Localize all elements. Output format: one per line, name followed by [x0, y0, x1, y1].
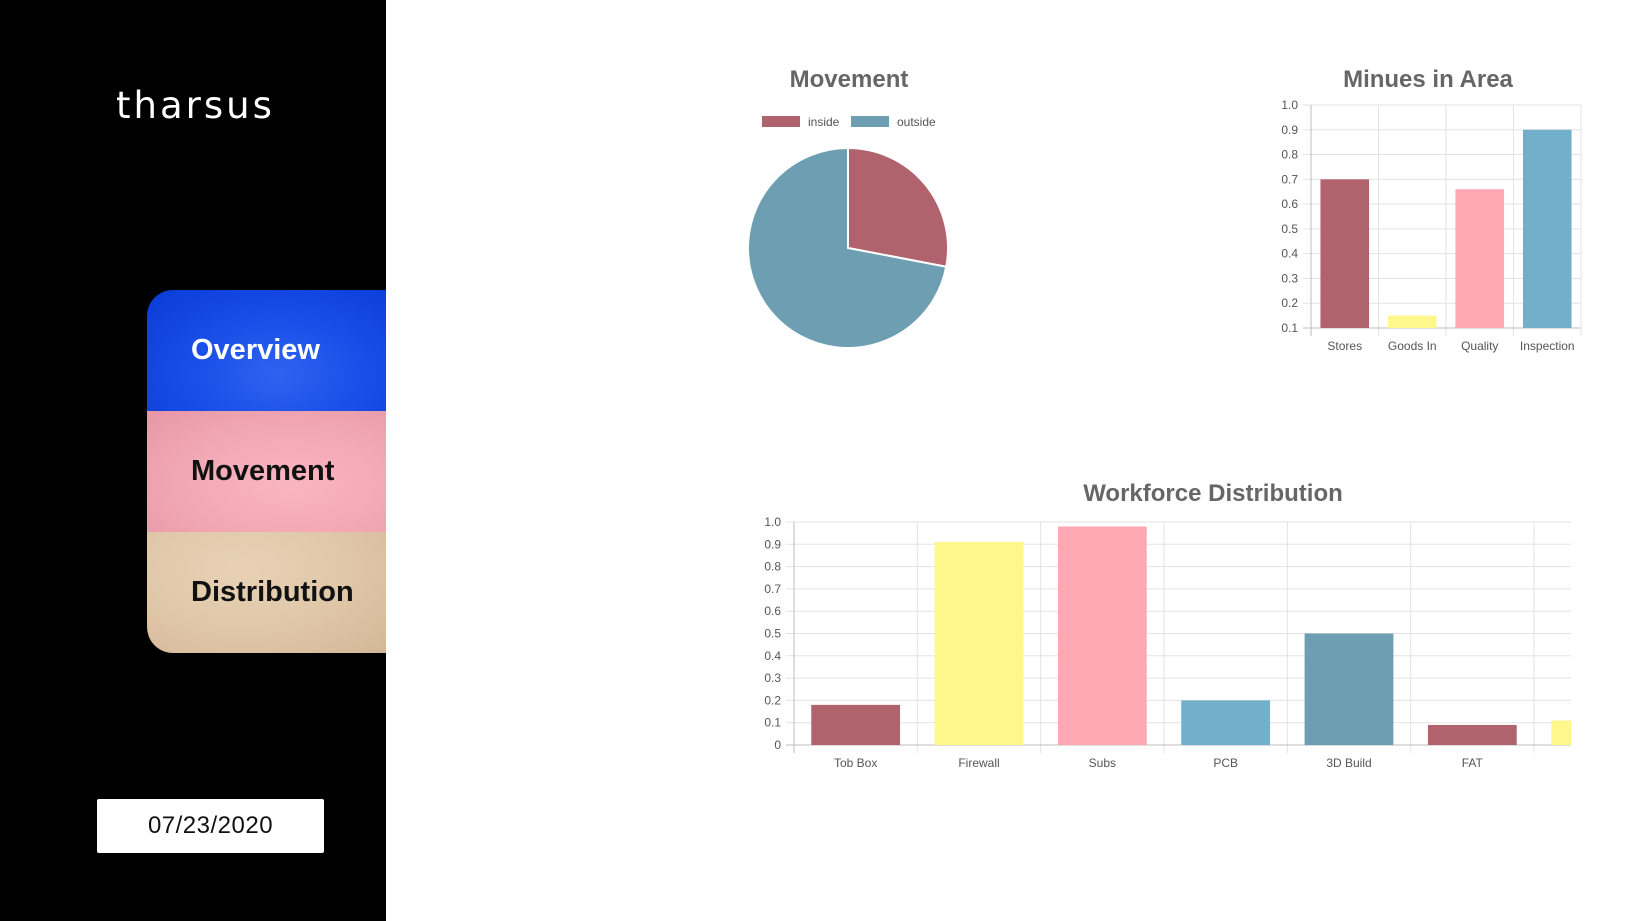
x-tick-label: FAT [1462, 756, 1484, 770]
movement-pie-chart: Movement inside outside [747, 66, 949, 349]
y-tick-label: 1.0 [764, 515, 781, 529]
bar-quality[interactable] [1455, 189, 1505, 328]
pie-slice-inside[interactable] [847, 146, 949, 268]
pie-legend: inside outside [762, 115, 936, 129]
pie-title: Movement [790, 66, 909, 93]
y-tick-label: 0.9 [1281, 123, 1298, 137]
legend-swatch-outside [851, 116, 889, 127]
x-tick-label: Inspection [1520, 339, 1575, 353]
x-tick-label: Firewall [958, 756, 999, 770]
y-tick-label: 0.5 [1281, 222, 1298, 236]
y-tick-label: 0.8 [764, 560, 781, 574]
bar-tob-box[interactable] [811, 704, 901, 745]
y-tick-label: 1.0 [1281, 98, 1298, 112]
x-tick-label: 3D Build [1326, 756, 1371, 770]
y-tick-label: 0.3 [764, 671, 781, 685]
x-tick-label: Stores [1327, 339, 1362, 353]
x-tick-label: Subs [1089, 756, 1116, 770]
y-tick-label: 0.4 [1281, 247, 1298, 261]
y-tick-label: 0.8 [1281, 148, 1298, 162]
bar-goods-in[interactable] [1387, 315, 1437, 328]
bar-stores[interactable] [1320, 179, 1370, 328]
y-tick-label: 0.2 [764, 693, 781, 707]
y-tick-label: 0.7 [764, 582, 781, 596]
bar1-title: Minues in Area [1343, 66, 1513, 93]
x-tick-label: PCB [1213, 756, 1238, 770]
y-tick-label: 0.1 [764, 716, 781, 730]
legend-label-inside[interactable]: inside [808, 115, 840, 129]
workforce-distribution-chart: Workforce Distribution 0 0.1 0.2 0.3 0.4 0.5 0… [764, 480, 1571, 770]
y-tick-label: 0.6 [764, 604, 781, 618]
charts-canvas: Movement inside outside Minues in Area 0.… [747, 66, 1582, 770]
bar-firewall[interactable] [934, 542, 1024, 745]
y-tick-label: 0 [774, 738, 781, 752]
bar-inspection[interactable] [1522, 129, 1572, 328]
y-tick-label: 0.6 [1281, 197, 1298, 211]
bar-subs[interactable] [1057, 526, 1147, 745]
x-tick-label: Quality [1461, 339, 1498, 353]
legend-swatch-inside [762, 116, 800, 127]
bar-fat[interactable] [1427, 724, 1517, 745]
y-tick-label: 0.3 [1281, 271, 1298, 285]
bar-clipped[interactable] [1551, 720, 1571, 745]
y-tick-label: 0.2 [1281, 296, 1298, 310]
x-tick-label: Tob Box [834, 756, 877, 770]
y-tick-label: 0.9 [764, 537, 781, 551]
bar-3d-build[interactable] [1304, 633, 1394, 746]
legend-label-outside[interactable]: outside [897, 115, 936, 129]
minutes-in-area-chart: Minues in Area 0.1 0.2 0.3 0.4 0.5 0.6 0.7 0.8 0… [1281, 66, 1582, 353]
y-tick-label: 0.5 [764, 627, 781, 641]
bar2-title: Workforce Distribution [1083, 480, 1343, 507]
y-tick-label: 0.7 [1281, 172, 1298, 186]
bar-pcb[interactable] [1181, 700, 1271, 745]
y-tick-label: 0.4 [764, 649, 781, 663]
x-tick-label: Goods In [1388, 339, 1437, 353]
y-tick-label: 0.1 [1281, 321, 1298, 335]
